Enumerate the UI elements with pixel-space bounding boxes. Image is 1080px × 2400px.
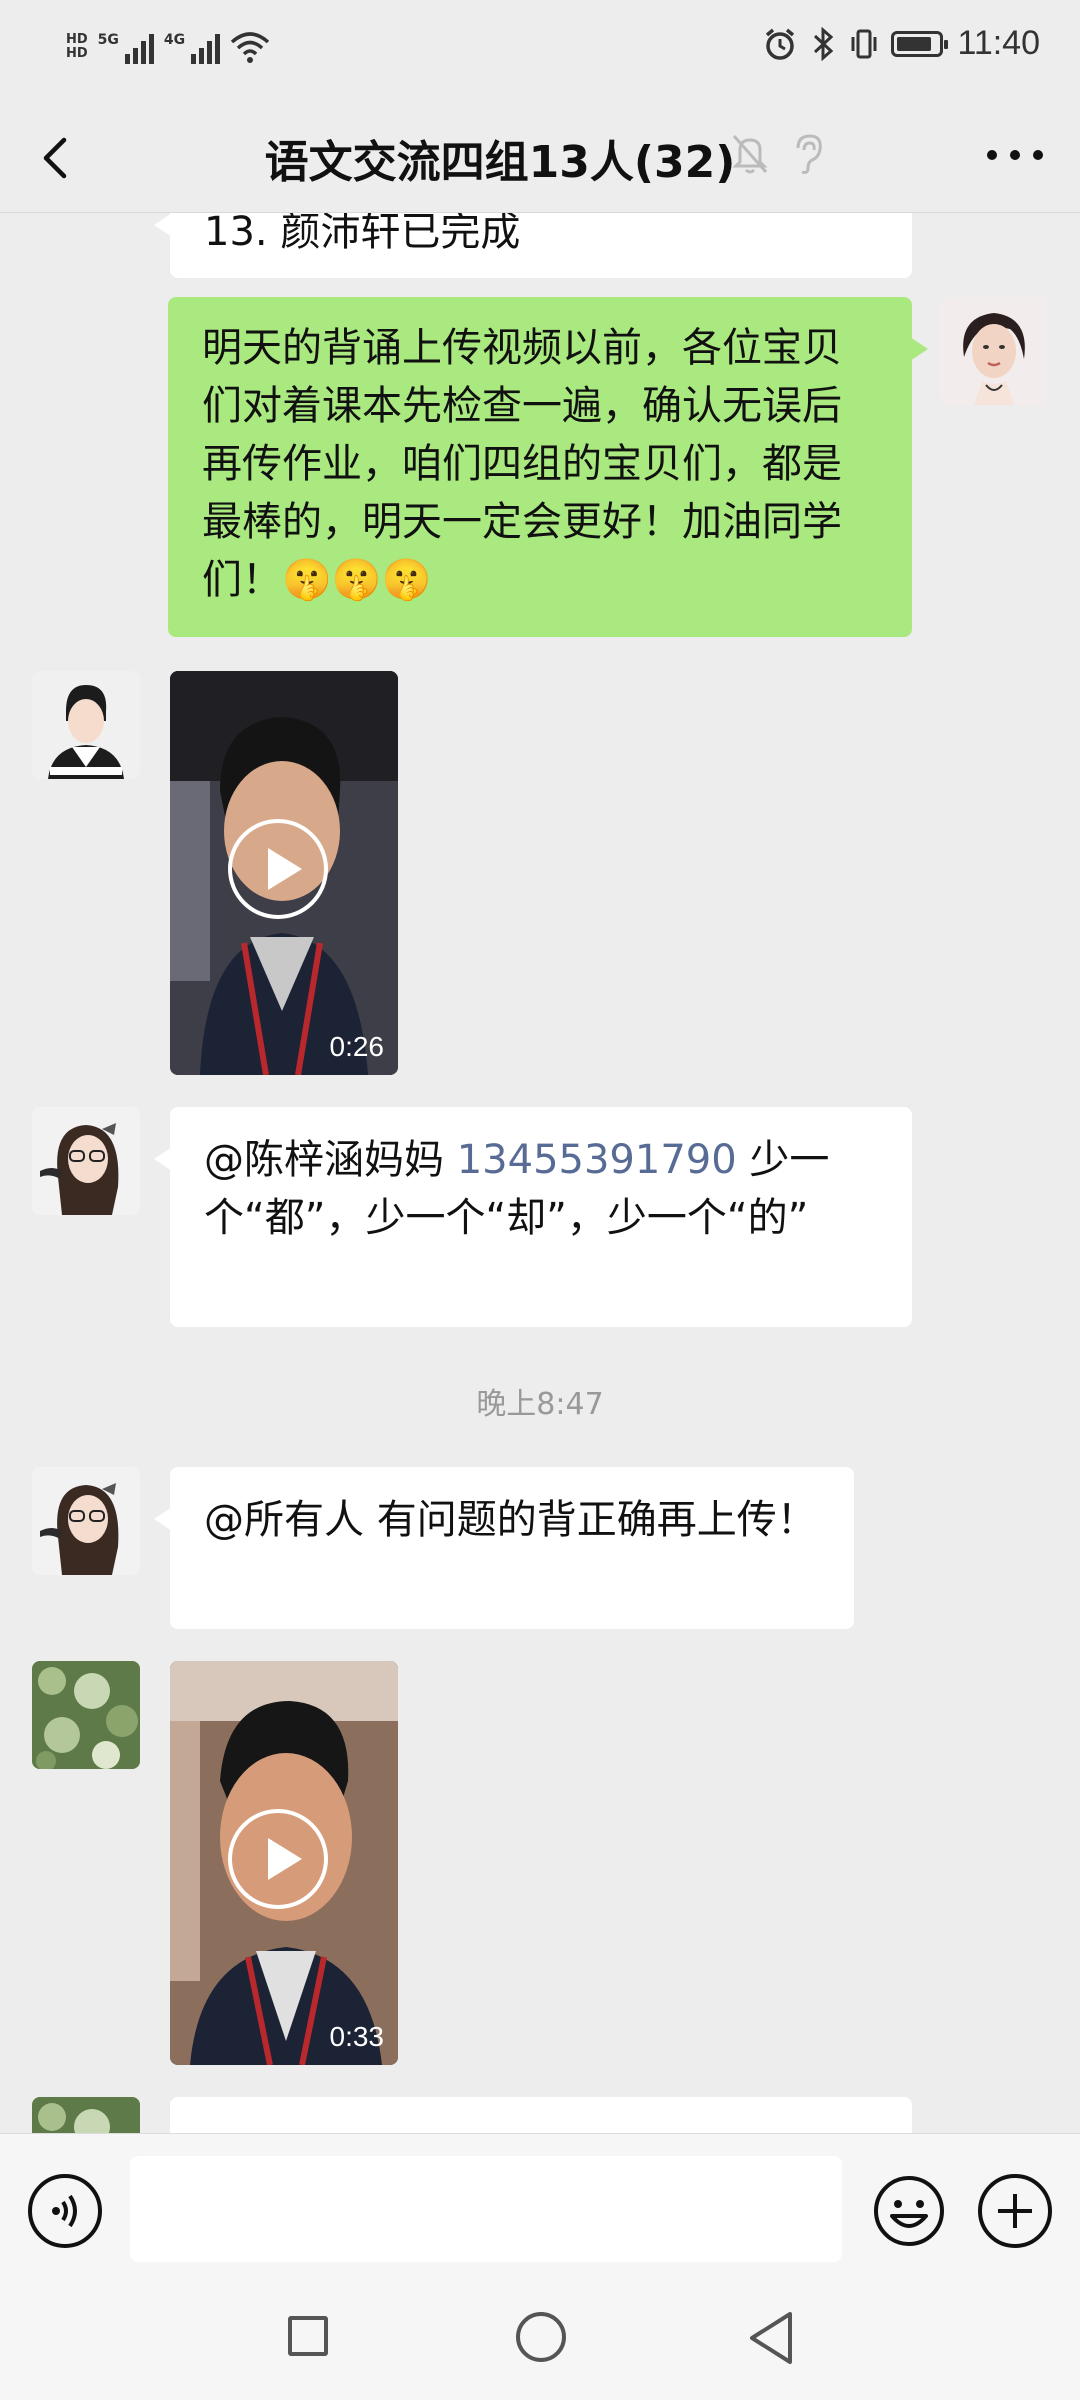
page-title: 语文交流四组13人(32) [264,137,736,188]
input-bar [0,2133,1080,2288]
play-icon[interactable] [228,1809,328,1909]
hd-badge: HD HD [66,33,88,61]
ear-icon [796,134,822,174]
alarm-icon [766,28,795,60]
more-horizontal-icon[interactable] [980,130,1050,180]
network-5g-label: 5G [97,32,119,48]
clock: 11:40 [957,24,1040,62]
status-right: 11:40 [763,24,1040,63]
network-4g-label: 4G [163,32,186,48]
voice-icon[interactable] [28,2174,102,2248]
emoji-shush: 🤫🤫🤫 [282,557,432,603]
avatar-student-2b[interactable] [32,1467,140,1575]
system-nav-bar [0,2288,1080,2400]
circle-icon[interactable] [516,2312,566,2362]
avatar-student-2[interactable] [32,1107,140,1215]
message-list[interactable]: 13. 颜沛轩已完成 明天的背诵上传视频以前，各位宝贝们对着课本先检查一遍，确认… [0,213,1080,2133]
message-input[interactable] [130,2156,842,2262]
video-message-2[interactable]: 0:33 [170,1661,398,2065]
message-bubble-teacher[interactable]: 明天的背诵上传视频以前，各位宝贝们对着课本先检查一遍，确认无误后再传作业，咱们四… [168,297,928,637]
mention-phone-link[interactable]: 13455391790 [457,1137,737,1183]
avatar-student-3-partial[interactable] [32,2097,140,2133]
message-text: 13. 颜沛轩已完成 [204,213,521,255]
chat-header: 语文交流四组13人(32) [0,100,1080,213]
bluetooth-icon [814,26,834,61]
hd-top: HD [66,32,88,47]
video-duration: 0:26 [329,1031,385,1062]
triangle-back-icon[interactable] [746,2310,796,2366]
video-message-1[interactable]: 0:26 [170,671,398,1075]
hd-bottom: HD [66,46,88,61]
signal-icon [124,30,154,64]
message-text: @所有人 有问题的背正确再上传！ [204,1497,817,1543]
square-icon[interactable] [288,2316,328,2356]
message-bubble-partial-bottom[interactable] [170,2097,912,2133]
signal-icon-2 [191,30,221,64]
wifi-icon [230,32,270,63]
play-icon[interactable] [228,819,328,919]
status-left: HD HD 5G 4G [66,30,270,64]
bell-muted-icon [732,135,768,174]
video-duration: 0:33 [329,2021,385,2052]
emoji-icon[interactable] [872,2174,946,2248]
battery-icon [891,30,949,57]
avatar-student-3[interactable] [32,1661,140,1769]
message-bubble-partial[interactable]: 13. 颜沛轩已完成 [154,213,912,278]
vibrate-icon [851,29,877,58]
mention-name[interactable]: @陈梓涵妈妈 [204,1137,444,1183]
header-status-icons [730,132,826,176]
status-bar: HD HD 5G 4G 11:40 [0,0,1080,100]
avatar-student-1[interactable] [32,671,140,779]
timestamp: 晚上8:47 [476,1387,604,1422]
message-bubble-all[interactable]: @所有人 有问题的背正确再上传！ [154,1467,854,1629]
avatar-teacher[interactable] [940,297,1048,405]
message-bubble-mention[interactable]: @陈梓涵妈妈 13455391790 少一个“都”，少一个“却”，少一个“的” [154,1107,912,1327]
plus-icon[interactable] [978,2174,1052,2248]
